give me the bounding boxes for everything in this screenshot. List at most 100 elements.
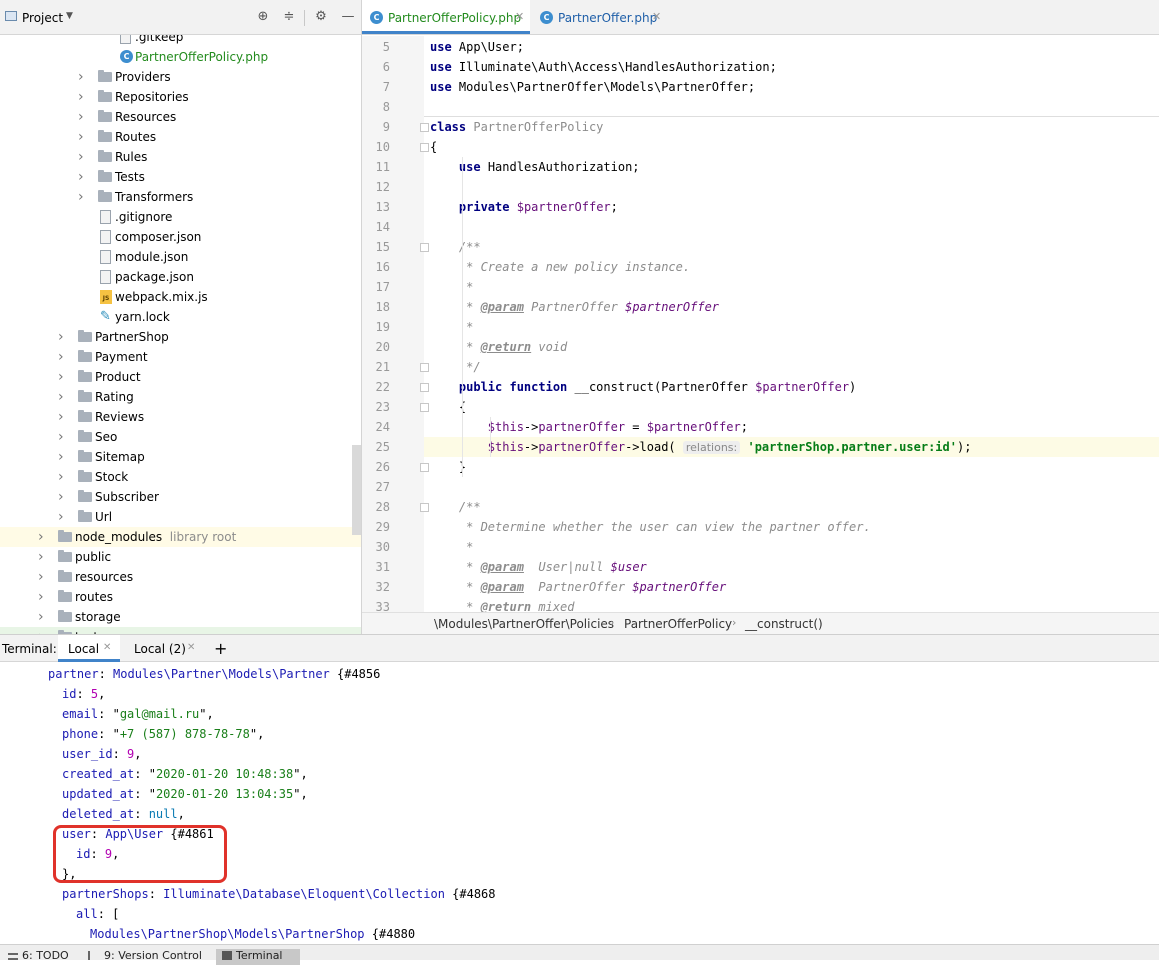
breadcrumb-method[interactable]: __construct() (745, 617, 823, 631)
tree-item[interactable]: › Product (0, 367, 361, 387)
code-line: $this->partnerOffer = $partnerOffer; (487, 420, 748, 434)
close-icon[interactable]: ✕ (515, 10, 524, 23)
tool-label: 9: Version Control (104, 949, 202, 962)
terminal-label: Terminal: (0, 635, 58, 662)
tree-item[interactable]: › Rating (0, 387, 361, 407)
js-file-icon: JS (100, 290, 112, 304)
line-number: 5 (382, 40, 390, 54)
close-icon[interactable]: ✕ (187, 642, 195, 653)
tool-window-bar: 6: TODO 9: Version Control Terminal (0, 944, 1159, 965)
project-tree[interactable]: .gitkeep C PartnerOfferPolicy.php › Provider… (0, 35, 361, 634)
tree-item[interactable]: › Rules (0, 147, 361, 167)
locate-icon[interactable]: ⊕ (255, 9, 271, 25)
close-icon[interactable]: ✕ (103, 642, 111, 653)
editor-tab-partner-offer[interactable]: C PartnerOffer.php ✕ (532, 0, 672, 34)
breadcrumb-namespace[interactable]: \Modules\PartnerOffer\Policies (434, 617, 614, 631)
chevron-right-icon[interactable]: › (58, 450, 68, 464)
tree-item-label: Sitemap (95, 450, 145, 464)
chevron-right-icon[interactable]: › (58, 470, 68, 484)
tree-item[interactable]: › routes (0, 587, 361, 607)
indent-guide (490, 417, 491, 457)
code-line: $this->partnerOffer->load( relations: 'p… (487, 440, 972, 454)
chevron-right-icon[interactable]: › (38, 570, 48, 584)
tree-item-label: composer.json (115, 230, 202, 244)
chevron-right-icon[interactable]: › (58, 370, 68, 384)
chevron-right-icon[interactable]: › (38, 590, 48, 604)
new-terminal-button[interactable]: + (210, 635, 230, 662)
line-number: 31 (375, 560, 390, 574)
chevron-right-icon[interactable]: › (58, 430, 68, 444)
chevron-right-icon[interactable]: › (58, 330, 68, 344)
chevron-right-icon[interactable]: › (38, 610, 48, 624)
tab-local[interactable]: Local ✕ (58, 635, 120, 662)
tree-item[interactable]: › Subscriber (0, 487, 361, 507)
line-number: 10 (375, 140, 390, 154)
collapse-all-icon[interactable]: ≑ (281, 9, 297, 25)
tree-item-label: package.json (115, 270, 195, 284)
chevron-right-icon[interactable]: › (58, 410, 68, 424)
tree-item[interactable]: › Providers (0, 67, 361, 87)
tree-item[interactable]: › storage (0, 607, 361, 627)
terminal-output[interactable]: partner: Modules\Partner\Models\Partner … (0, 662, 1159, 944)
tree-item[interactable]: › Routes (0, 127, 361, 147)
tool-label: Terminal (236, 949, 283, 962)
chevron-right-icon[interactable]: › (58, 490, 68, 504)
code-line: * (430, 540, 474, 554)
chevron-right-icon[interactable]: › (58, 510, 68, 524)
terminal-tool-button[interactable]: Terminal (216, 949, 300, 965)
chevron-right-icon[interactable]: › (38, 550, 48, 564)
chevron-down-icon[interactable]: ▼ (66, 11, 73, 21)
tab-local-2[interactable]: Local (2) ✕ (124, 635, 204, 662)
tree-item[interactable]: module.json (0, 247, 361, 267)
breadcrumb-class[interactable]: PartnerOfferPolicy (624, 617, 732, 631)
tree-item[interactable]: › Payment (0, 347, 361, 367)
tree-item[interactable]: › node_modules library root (0, 527, 361, 547)
chevron-right-icon[interactable]: › (78, 190, 88, 204)
project-panel-title[interactable]: Project (22, 11, 63, 25)
tree-item-label: Payment (95, 350, 148, 364)
tree-item[interactable]: › Reviews (0, 407, 361, 427)
tree-item[interactable]: package.json (0, 267, 361, 287)
tree-item[interactable]: .gitkeep (0, 35, 361, 47)
chevron-right-icon[interactable]: › (78, 110, 88, 124)
editor-tab-policy[interactable]: C PartnerOfferPolicy.php ✕ (362, 0, 530, 34)
code-line: * @param User|null $user (430, 560, 647, 574)
tree-item[interactable]: › Repositories (0, 87, 361, 107)
tree-item[interactable]: ✎ yarn.lock (0, 307, 361, 327)
chevron-right-icon[interactable]: › (58, 390, 68, 404)
tree-item[interactable]: › Transformers (0, 187, 361, 207)
chevron-right-icon[interactable]: › (78, 130, 88, 144)
chevron-right-icon[interactable]: › (58, 350, 68, 364)
tree-item[interactable]: › PartnerShop (0, 327, 361, 347)
version-control-tool-button[interactable]: 9: Version Control (88, 949, 208, 965)
tree-item[interactable]: JS webpack.mix.js (0, 287, 361, 307)
tree-item[interactable]: composer.json (0, 227, 361, 247)
chevron-right-icon[interactable]: › (78, 150, 88, 164)
tree-item[interactable]: › public (0, 547, 361, 567)
tree-item[interactable]: › Resources (0, 107, 361, 127)
tree-item-label: Transformers (115, 190, 194, 204)
scrollbar[interactable] (352, 445, 361, 535)
gear-icon[interactable]: ⚙ (313, 9, 329, 25)
tree-item-label: Url (95, 510, 113, 524)
chevron-right-icon[interactable]: › (78, 90, 88, 104)
minimize-icon[interactable]: — (340, 9, 356, 25)
code-editor[interactable]: use App\User; use Illuminate\Auth\Access\… (424, 36, 1159, 612)
chevron-right-icon[interactable]: › (78, 170, 88, 184)
tree-item[interactable]: › resources (0, 567, 361, 587)
line-number: 12 (375, 180, 390, 194)
line-number: 6 (382, 60, 390, 74)
tree-item[interactable]: › Tests (0, 167, 361, 187)
tree-item[interactable]: › Sitemap (0, 447, 361, 467)
tree-item[interactable]: › Stock (0, 467, 361, 487)
tree-item[interactable]: C PartnerOfferPolicy.php (0, 47, 361, 67)
line-number: 18 (375, 300, 390, 314)
chevron-right-icon[interactable]: › (38, 530, 48, 544)
tree-item[interactable]: ›tests (0, 627, 361, 634)
tree-item[interactable]: › Seo (0, 427, 361, 447)
close-icon[interactable]: ✕ (652, 10, 661, 23)
todo-tool-button[interactable]: 6: TODO (8, 949, 74, 965)
tree-item[interactable]: › Url (0, 507, 361, 527)
tree-item[interactable]: .gitignore (0, 207, 361, 227)
chevron-right-icon[interactable]: › (78, 70, 88, 84)
